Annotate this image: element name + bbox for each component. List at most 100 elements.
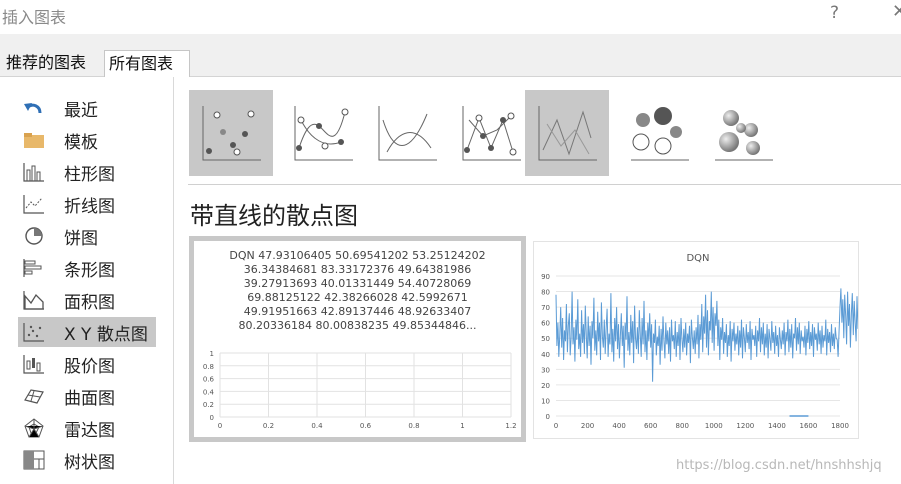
gallery-separator bbox=[188, 184, 901, 185]
stock-chart-icon bbox=[20, 352, 48, 376]
sidebar-item-label: 模板 bbox=[64, 132, 98, 153]
preview-2-y-tick-label: 90 bbox=[541, 273, 550, 281]
preview-2-plot: DQN 0 10 20 30 40 50 60 70 80 90 0 200 400 600 800 1000 1… bbox=[541, 253, 858, 430]
preview-2-y-tick-label: 60 bbox=[541, 320, 550, 328]
title-bar: 插入图表 ? ✕ bbox=[0, 0, 901, 34]
preview-2-x-tick-label: 600 bbox=[644, 422, 657, 430]
tab-bar: 推荐的图表 所有图表 bbox=[0, 34, 901, 77]
watermark: https://blog.csdn.net/hnshhshjq bbox=[676, 458, 882, 473]
subtype-bubble[interactable] bbox=[617, 90, 701, 176]
sidebar-item-radar[interactable]: 雷达图 bbox=[18, 413, 156, 443]
sidebar-item-label: 雷达图 bbox=[64, 420, 115, 441]
sidebar-item-column[interactable]: 柱形图 bbox=[18, 157, 156, 187]
subtype-scatter-smooth-lines-markers[interactable] bbox=[281, 90, 365, 176]
preview-1-x-tick-label: 1 bbox=[460, 422, 464, 430]
sidebar-item-label: 饼图 bbox=[64, 228, 98, 249]
column-chart-icon bbox=[20, 160, 48, 184]
preview-2-x-tick-label: 1600 bbox=[800, 422, 818, 430]
bubble-icon bbox=[631, 107, 689, 161]
sidebar-item-stock[interactable]: 股价图 bbox=[18, 349, 156, 379]
sidebar-item-treemap[interactable]: 树状图 bbox=[18, 445, 156, 475]
preview-1-y-tick-label: 0.6 bbox=[203, 376, 215, 384]
pie-chart-icon bbox=[20, 224, 48, 248]
subtype-scatter-smooth-lines[interactable] bbox=[365, 90, 449, 176]
scatter-icon bbox=[202, 106, 261, 161]
scatter-smooth-lines-icon bbox=[378, 106, 437, 161]
line-chart-icon bbox=[20, 192, 48, 216]
subtype-title: 带直线的散点图 bbox=[190, 202, 358, 230]
radar-chart-icon bbox=[20, 416, 48, 440]
subtype-scatter-straight-lines[interactable] bbox=[525, 90, 609, 176]
preview-2-y-tick-label: 0 bbox=[546, 413, 550, 421]
preview-2-series-line bbox=[555, 288, 858, 382]
preview-1-y-tick-label: 0.4 bbox=[203, 388, 215, 396]
sidebar-item-label: 曲面图 bbox=[64, 388, 115, 409]
sidebar-item-line[interactable]: 折线图 bbox=[18, 189, 156, 219]
folder-icon bbox=[20, 128, 48, 152]
bubble-3d-icon bbox=[715, 110, 773, 161]
preview-1-x-tick-label: 0.2 bbox=[263, 422, 274, 430]
preview-2-x-tick-label: 1800 bbox=[831, 422, 849, 430]
bar-chart-icon bbox=[20, 256, 48, 280]
sidebar-item-label: 最近 bbox=[64, 100, 98, 121]
sidebar-item-pie[interactable]: 饼图 bbox=[18, 221, 156, 251]
scatter-straight-lines-icon bbox=[538, 106, 597, 161]
preview-2-y-tick-label: 30 bbox=[541, 366, 550, 374]
sidebar-item-label: 条形图 bbox=[64, 260, 115, 281]
subtype-scatter-straight-lines-markers[interactable] bbox=[449, 90, 533, 176]
sidebar-item-label: 股价图 bbox=[64, 356, 115, 377]
preview-2-x-tick-label: 0 bbox=[554, 422, 558, 430]
preview-1-x-tick-label: 1.2 bbox=[505, 422, 516, 430]
sidebar-item-label: 柱形图 bbox=[64, 164, 115, 185]
area-chart-icon bbox=[20, 288, 48, 312]
scatter-straight-lines-markers-icon bbox=[462, 106, 521, 161]
preview-2-y-tick-label: 70 bbox=[541, 304, 550, 312]
preview-2-x-tick-label: 800 bbox=[676, 422, 689, 430]
sidebar-item-recent[interactable]: 最近 bbox=[18, 93, 156, 123]
sidebar-item-surface[interactable]: 曲面图 bbox=[18, 381, 156, 411]
preview-1-y-tick-label: 0 bbox=[210, 414, 214, 422]
subtype-scatter[interactable] bbox=[189, 90, 273, 176]
preview-2-y-tick-label: 50 bbox=[541, 335, 550, 343]
preview-2-title: DQN bbox=[686, 253, 709, 264]
tab-all-charts[interactable]: 所有图表 bbox=[104, 50, 190, 77]
scatter-smooth-lines-markers-icon bbox=[294, 106, 353, 161]
preview-2-x-tick-label: 400 bbox=[612, 422, 625, 430]
close-icon[interactable]: ✕ bbox=[892, 1, 901, 22]
chart-type-sidebar: 最近 模板 柱形图 折线图 饼图 条形图 面积图 X Y 散点图 股价图 曲面图… bbox=[0, 77, 174, 484]
preview-1-y-tick-label: 1 bbox=[210, 350, 214, 358]
preview-2-y-tick-label: 40 bbox=[541, 351, 550, 359]
help-icon[interactable]: ? bbox=[830, 3, 839, 23]
preview-2-x-tick-label: 1000 bbox=[705, 422, 723, 430]
preview-1-x-tick-label: 0.6 bbox=[360, 422, 372, 430]
preview-1-x-tick-label: 0.4 bbox=[311, 422, 323, 430]
recent-icon bbox=[20, 96, 48, 120]
preview-2-x-tick-label: 1200 bbox=[736, 422, 754, 430]
preview-2-y-tick-label: 80 bbox=[541, 289, 550, 297]
sidebar-item-label: 折线图 bbox=[64, 196, 115, 217]
preview-2-x-tick-label: 200 bbox=[581, 422, 594, 430]
sidebar-item-xy-scatter[interactable]: X Y 散点图 bbox=[18, 317, 156, 347]
preview-2-y-tick-label: 10 bbox=[541, 397, 550, 405]
sidebar-item-bar[interactable]: 条形图 bbox=[18, 253, 156, 283]
chart-preview-2[interactable]: DQN 0 10 20 30 40 50 60 70 80 90 0 200 400 600 800 1000 1… bbox=[533, 241, 859, 439]
tab-recommended-charts[interactable]: 推荐的图表 bbox=[2, 50, 102, 76]
sidebar-item-label: 面积图 bbox=[64, 292, 115, 313]
treemap-chart-icon bbox=[20, 448, 48, 472]
preview-2-x-tick-label: 1400 bbox=[768, 422, 786, 430]
surface-chart-icon bbox=[20, 384, 48, 408]
preview-1-y-tick-label: 0.2 bbox=[203, 401, 214, 409]
sidebar-item-templates[interactable]: 模板 bbox=[18, 125, 156, 155]
sidebar-item-label: 树状图 bbox=[64, 452, 115, 473]
scatter-chart-icon bbox=[20, 320, 48, 344]
chart-preview-1[interactable]: DQN 47.93106405 50.69541202 53.25124202 … bbox=[189, 236, 526, 442]
dialog-title: 插入图表 bbox=[2, 8, 67, 27]
preview-2-y-tick-label: 20 bbox=[541, 382, 550, 390]
subtype-bubble-3d[interactable] bbox=[701, 90, 785, 176]
preview-1-x-tick-label: 0.8 bbox=[408, 422, 419, 430]
preview-1-y-tick-label: 0.8 bbox=[203, 363, 214, 371]
sidebar-item-label: X Y 散点图 bbox=[64, 324, 148, 345]
preview-1-plot: 0 0.2 0.4 0.6 0.8 1 0 0.2 0.4 0.6 0.8 1 1.2 bbox=[203, 350, 517, 430]
preview-1-x-tick-label: 0 bbox=[218, 422, 222, 430]
sidebar-item-area[interactable]: 面积图 bbox=[18, 285, 156, 315]
